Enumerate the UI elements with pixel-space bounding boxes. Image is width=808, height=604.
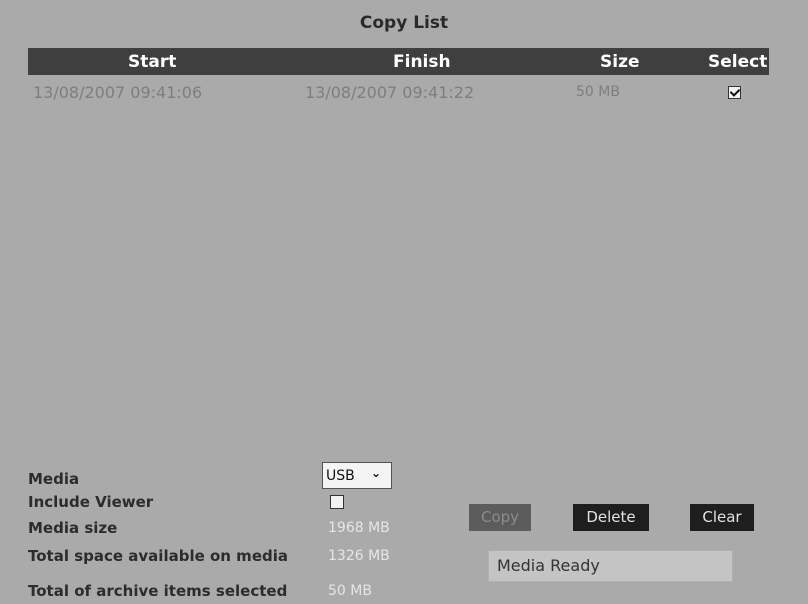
page-title: Copy List — [359, 13, 449, 33]
copy-button[interactable]: Copy — [469, 504, 531, 531]
total-selected-label: Total of archive items selected — [28, 582, 288, 600]
table-row[interactable]: 13/08/2007 09:41:06 13/08/2007 09:41:22 … — [28, 82, 769, 106]
media-label: Media — [28, 470, 80, 488]
row-start-time: 13/08/2007 09:41:06 — [33, 83, 203, 102]
status-field: Media Ready — [488, 550, 733, 582]
space-available-label: Total space available on media — [28, 547, 288, 565]
row-finish-time: 13/08/2007 09:41:22 — [305, 83, 475, 102]
copy-list-page: Copy List Start Finish Size Select 13/08… — [0, 0, 808, 604]
column-header-start: Start — [128, 52, 177, 72]
delete-button[interactable]: Delete — [573, 504, 649, 531]
clear-button[interactable]: Clear — [690, 504, 754, 531]
media-size-value: 1968 MB — [328, 520, 390, 536]
column-header-size: Size — [600, 52, 640, 72]
include-viewer-label: Include Viewer — [28, 493, 154, 511]
row-size: 50 MB — [576, 84, 620, 100]
media-select-value: USB — [326, 468, 355, 484]
include-viewer-checkbox[interactable] — [330, 495, 344, 509]
table-header: Start Finish Size Select — [28, 48, 769, 75]
media-select[interactable]: USB ⌄ — [322, 462, 392, 489]
media-size-label: Media size — [28, 519, 118, 537]
row-select-checkbox[interactable] — [728, 86, 741, 99]
space-available-value: 1326 MB — [328, 548, 390, 564]
column-header-select: Select — [708, 52, 768, 72]
chevron-down-icon: ⌄ — [371, 466, 382, 480]
column-header-finish: Finish — [393, 52, 451, 72]
total-selected-value: 50 MB — [328, 583, 372, 599]
